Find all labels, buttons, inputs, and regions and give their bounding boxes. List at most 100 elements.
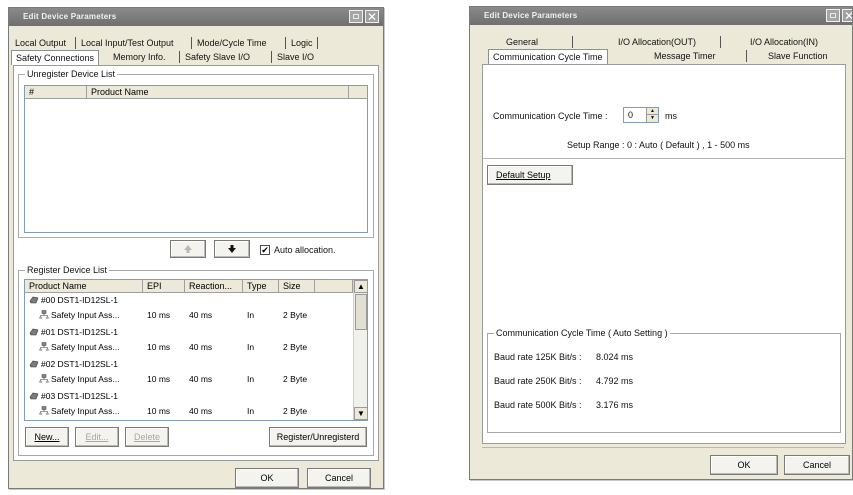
cancel-button[interactable]: Cancel [307, 468, 371, 488]
register-device-list-title: Register Device List [25, 265, 110, 275]
tab-separator [720, 36, 721, 48]
close-button[interactable]: ✕ [842, 9, 852, 23]
tab-communication-cycle-time[interactable]: Communication Cycle Time [488, 49, 608, 64]
device-icon [29, 328, 39, 336]
unregister-arrow-button[interactable] [170, 240, 206, 258]
assembly-name: Safety Input Ass... [51, 310, 120, 320]
default-setup-button[interactable]: Default Setup [487, 165, 573, 185]
tab-slave-io[interactable]: Slave I/O [277, 50, 314, 64]
tab-separator [746, 50, 747, 62]
tab-slave-function[interactable]: Slave Function [768, 49, 828, 63]
arrow-up-icon [184, 245, 192, 253]
network-icon [39, 310, 49, 319]
edit-button[interactable]: Edit... [75, 427, 119, 447]
tab-local-input-test-output[interactable]: Local Input/Test Output [81, 36, 174, 50]
tab-separator [285, 37, 286, 49]
tab-safety-slave-io[interactable]: Safety Slave I/O [185, 50, 250, 64]
spin-down-icon[interactable]: ▼ [647, 115, 658, 122]
maximize-button[interactable] [826, 9, 840, 22]
tab-row-2: Communication Cycle Time Message Timer S… [470, 49, 852, 64]
close-button[interactable]: ✕ [365, 10, 379, 24]
scroll-down-button[interactable]: ▼ [354, 407, 367, 420]
device-icon [29, 360, 39, 368]
tab-logic[interactable]: Logic [291, 36, 313, 50]
type-value: In [247, 310, 255, 320]
tab-panel: Unregister Device List # Product Name ✔ … [13, 65, 379, 461]
type-value: In [247, 342, 255, 352]
column-header-blank [315, 280, 353, 293]
column-header-reaction[interactable]: Reaction... [185, 280, 243, 293]
column-header-size[interactable]: Size [279, 280, 315, 293]
setup-range-text: Setup Range : 0 : Auto ( Default ) , 1 -… [567, 140, 750, 150]
epi-value: 10 ms [147, 406, 171, 416]
tab-message-timer[interactable]: Message Timer [654, 49, 716, 63]
arrow-down-icon [228, 245, 236, 253]
size-value: 2 Byte [283, 406, 308, 416]
auto-allocation-checkbox[interactable]: ✔ [260, 245, 270, 255]
tab-row-1: General I/O Allocation(OUT) I/O Allocati… [470, 35, 852, 49]
check-icon: ✔ [261, 245, 269, 255]
register-arrow-button[interactable] [214, 240, 250, 258]
assembly-name: Safety Input Ass... [51, 406, 120, 416]
type-value: In [247, 374, 255, 384]
baud-rate-125k-label: Baud rate 125K Bit/s : [494, 352, 582, 362]
column-header-product-name[interactable]: Product Name [25, 280, 143, 293]
tab-mode-cycle-time[interactable]: Mode/Cycle Time [197, 36, 267, 50]
spin-up-icon[interactable]: ▲ [647, 108, 658, 115]
tab-safety-connections[interactable]: Safety Connections [11, 50, 100, 65]
device-row[interactable]: #03 DST1-ID12SL-1 Safety Input Ass... 10… [25, 390, 353, 420]
scroll-up-button[interactable]: ▲ [354, 280, 367, 293]
tab-memory-info[interactable]: Memory Info. [113, 50, 166, 64]
column-header-type[interactable]: Type [243, 280, 279, 293]
size-value: 2 Byte [283, 374, 308, 384]
edit-device-parameters-window-left: Edit Device Parameters ✕ Local Output Lo… [8, 7, 384, 489]
scroll-thumb[interactable] [355, 294, 367, 330]
spinner-buttons[interactable]: ▲ ▼ [646, 108, 658, 122]
size-value: 2 Byte [283, 310, 308, 320]
delete-button[interactable]: Delete [125, 427, 169, 447]
tab-io-allocation-out[interactable]: I/O Allocation(OUT) [618, 35, 696, 49]
maximize-button[interactable] [349, 10, 363, 23]
device-row[interactable]: #00 DST1-ID12SL-1 Safety Input Ass... 10… [25, 294, 353, 326]
close-icon: ✕ [366, 10, 378, 24]
new-button[interactable]: New... [25, 427, 69, 447]
baud-rate-250k-value: 4.792 ms [596, 376, 634, 386]
baud-rate-250k-label: Baud rate 250K Bit/s : [494, 376, 582, 386]
device-name: #01 DST1-ID12SL-1 [41, 327, 119, 337]
cancel-button[interactable]: Cancel [784, 455, 850, 475]
tab-row-1: Local Output Local Input/Test Output Mod… [9, 36, 383, 50]
reaction-value: 40 ms [189, 342, 213, 352]
auto-setting-group: Communication Cycle Time ( Auto Setting … [487, 328, 841, 433]
edit-device-parameters-window-right: Edit Device Parameters ✕ General I/O All… [469, 6, 853, 480]
ok-button[interactable]: OK [710, 455, 778, 475]
unregister-device-list[interactable]: # Product Name [24, 85, 368, 233]
column-header-number[interactable]: # [25, 86, 87, 99]
tab-general[interactable]: General [506, 35, 538, 49]
title-bar[interactable]: Edit Device Parameters ✕ [9, 8, 383, 26]
device-icon [29, 392, 39, 400]
auto-setting-title: Communication Cycle Time ( Auto Setting … [494, 328, 670, 338]
device-row[interactable]: #01 DST1-ID12SL-1 Safety Input Ass... 10… [25, 326, 353, 358]
register-device-list[interactable]: Product Name EPI Reaction... Type Size #… [24, 279, 368, 421]
device-row[interactable]: #02 DST1-ID12SL-1 Safety Input Ass... 10… [25, 358, 353, 390]
communication-cycle-time-input[interactable]: 0 ▲ ▼ [623, 107, 659, 123]
network-icon [39, 342, 49, 351]
column-header-blank [349, 86, 367, 99]
column-header-product-name[interactable]: Product Name [87, 86, 349, 99]
auto-allocation-label: Auto allocation. [274, 245, 336, 255]
unregister-device-group: Unregister Device List # Product Name [18, 69, 374, 238]
register-unregistered-button[interactable]: Register/Unregisterd [269, 427, 367, 447]
vertical-scrollbar[interactable]: ▲ ▼ [353, 280, 367, 420]
tab-separator [271, 51, 272, 63]
ok-button[interactable]: OK [235, 468, 299, 488]
tab-panel: Communication Cycle Time : 0 ▲ ▼ ms Setu… [482, 64, 846, 444]
register-device-group: Register Device List Product Name EPI Re… [18, 265, 374, 456]
communication-cycle-time-label: Communication Cycle Time : [493, 111, 608, 121]
tab-local-output[interactable]: Local Output [15, 36, 66, 50]
device-name: #00 DST1-ID12SL-1 [41, 295, 119, 305]
title-bar[interactable]: Edit Device Parameters ✕ [470, 7, 852, 25]
device-icon [29, 296, 39, 304]
tab-separator [317, 37, 318, 49]
column-header-epi[interactable]: EPI [143, 280, 185, 293]
tab-io-allocation-in[interactable]: I/O Allocation(IN) [750, 35, 818, 49]
